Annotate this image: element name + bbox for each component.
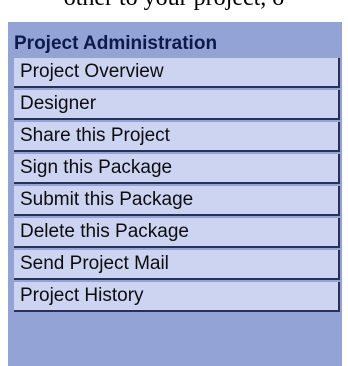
menu-item-sign-package[interactable]: Sign this Package	[14, 154, 340, 184]
page-body-text: other to your project, o	[0, 0, 348, 10]
menu-item-designer[interactable]: Designer	[14, 90, 340, 120]
menu-item-send-project-mail[interactable]: Send Project Mail	[14, 250, 340, 280]
project-admin-menu: Project Overview Designer Share this Pro…	[14, 58, 340, 314]
menu-item-delete-package[interactable]: Delete this Package	[14, 218, 340, 248]
project-administration-panel: Project Administration Project Overview …	[8, 22, 342, 366]
menu-item-project-overview[interactable]: Project Overview	[14, 58, 340, 88]
menu-item-project-history[interactable]: Project History	[14, 282, 340, 312]
panel-title: Project Administration	[14, 33, 218, 54]
menu-item-share-project[interactable]: Share this Project	[14, 122, 340, 152]
menu-item-submit-package[interactable]: Submit this Package	[14, 186, 340, 216]
